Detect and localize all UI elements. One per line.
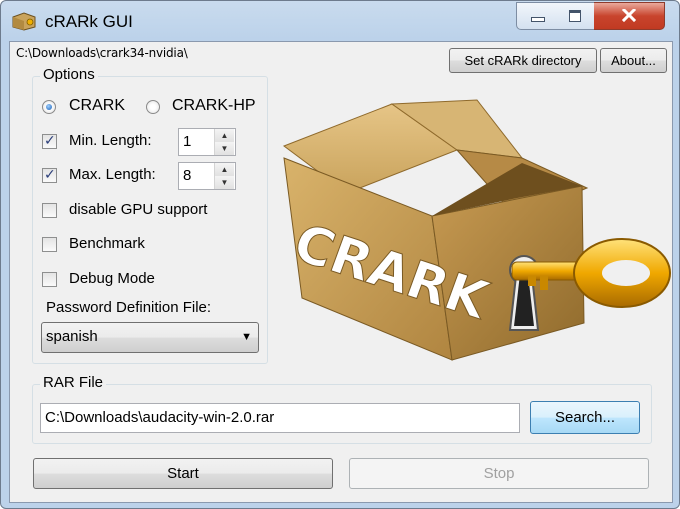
disable-gpu-checkbox[interactable] <box>42 203 57 218</box>
close-button[interactable] <box>594 2 665 30</box>
min-length-value[interactable]: 1 <box>183 133 191 150</box>
about-button[interactable]: About... <box>600 48 667 73</box>
max-length-checkbox[interactable] <box>42 166 57 183</box>
benchmark-checkbox[interactable] <box>42 237 57 252</box>
window-title: cRARk GUI <box>45 12 133 31</box>
min-length-spinner[interactable]: 1 ▲ ▼ <box>178 128 236 156</box>
rar-file-path-value[interactable]: C:\Downloads\audacity-win-2.0.rar <box>45 409 274 426</box>
password-definition-value: spanish <box>46 328 98 345</box>
password-definition-dropdown[interactable]: spanish ▼ <box>41 322 259 353</box>
benchmark-label[interactable]: Benchmark <box>69 235 145 252</box>
client-area: C:\Downloads\crark34-nvidia\ Set cRARk d… <box>9 41 673 503</box>
set-crark-directory-button[interactable]: Set cRARk directory <box>449 48 597 73</box>
crark-radio[interactable] <box>42 100 56 114</box>
disable-gpu-label[interactable]: disable GPU support <box>69 201 207 218</box>
app-window: cRARk GUI C:\Downloads\crark34-nvidia\ S… <box>0 0 680 509</box>
crark-directory-path: C:\Downloads\crark34-nvidia\ <box>16 46 188 60</box>
minimize-button[interactable] <box>516 2 560 30</box>
search-button[interactable]: Search... <box>530 401 640 434</box>
max-length-value[interactable]: 8 <box>183 167 191 184</box>
min-length-label[interactable]: Min. Length: <box>69 132 152 149</box>
rar-file-group-title: RAR File <box>40 374 107 391</box>
spin-up-icon[interactable]: ▲ <box>215 129 234 143</box>
crark-hp-radio-label[interactable]: CRARK-HP <box>172 97 256 115</box>
maximize-button[interactable] <box>558 2 595 30</box>
max-length-label[interactable]: Max. Length: <box>69 166 156 183</box>
password-definition-label: Password Definition File: <box>46 299 212 316</box>
spin-up-icon[interactable]: ▲ <box>215 163 234 177</box>
options-group <box>32 76 268 364</box>
debug-mode-checkbox[interactable] <box>42 272 57 287</box>
max-length-spinner[interactable]: 8 ▲ ▼ <box>178 162 236 190</box>
maximize-icon <box>569 10 581 22</box>
title-bar[interactable]: cRARk GUI <box>1 1 679 41</box>
debug-mode-label[interactable]: Debug Mode <box>69 270 155 287</box>
spin-down-icon[interactable]: ▼ <box>215 142 234 155</box>
chevron-down-icon: ▼ <box>241 331 252 343</box>
min-length-checkbox[interactable] <box>42 132 57 149</box>
rar-file-path-input[interactable]: C:\Downloads\audacity-win-2.0.rar <box>40 403 520 433</box>
minimize-icon <box>531 17 545 22</box>
crark-app-icon <box>12 12 36 31</box>
start-button[interactable]: Start <box>33 458 333 489</box>
close-icon <box>622 9 636 22</box>
stop-button[interactable]: Stop <box>349 458 649 489</box>
spin-down-icon[interactable]: ▼ <box>215 176 234 189</box>
options-group-title: Options <box>40 66 98 83</box>
crark-box-logo: CRARK <box>282 99 671 361</box>
crark-hp-radio[interactable] <box>146 100 160 114</box>
crark-radio-label[interactable]: CRARK <box>69 97 125 115</box>
